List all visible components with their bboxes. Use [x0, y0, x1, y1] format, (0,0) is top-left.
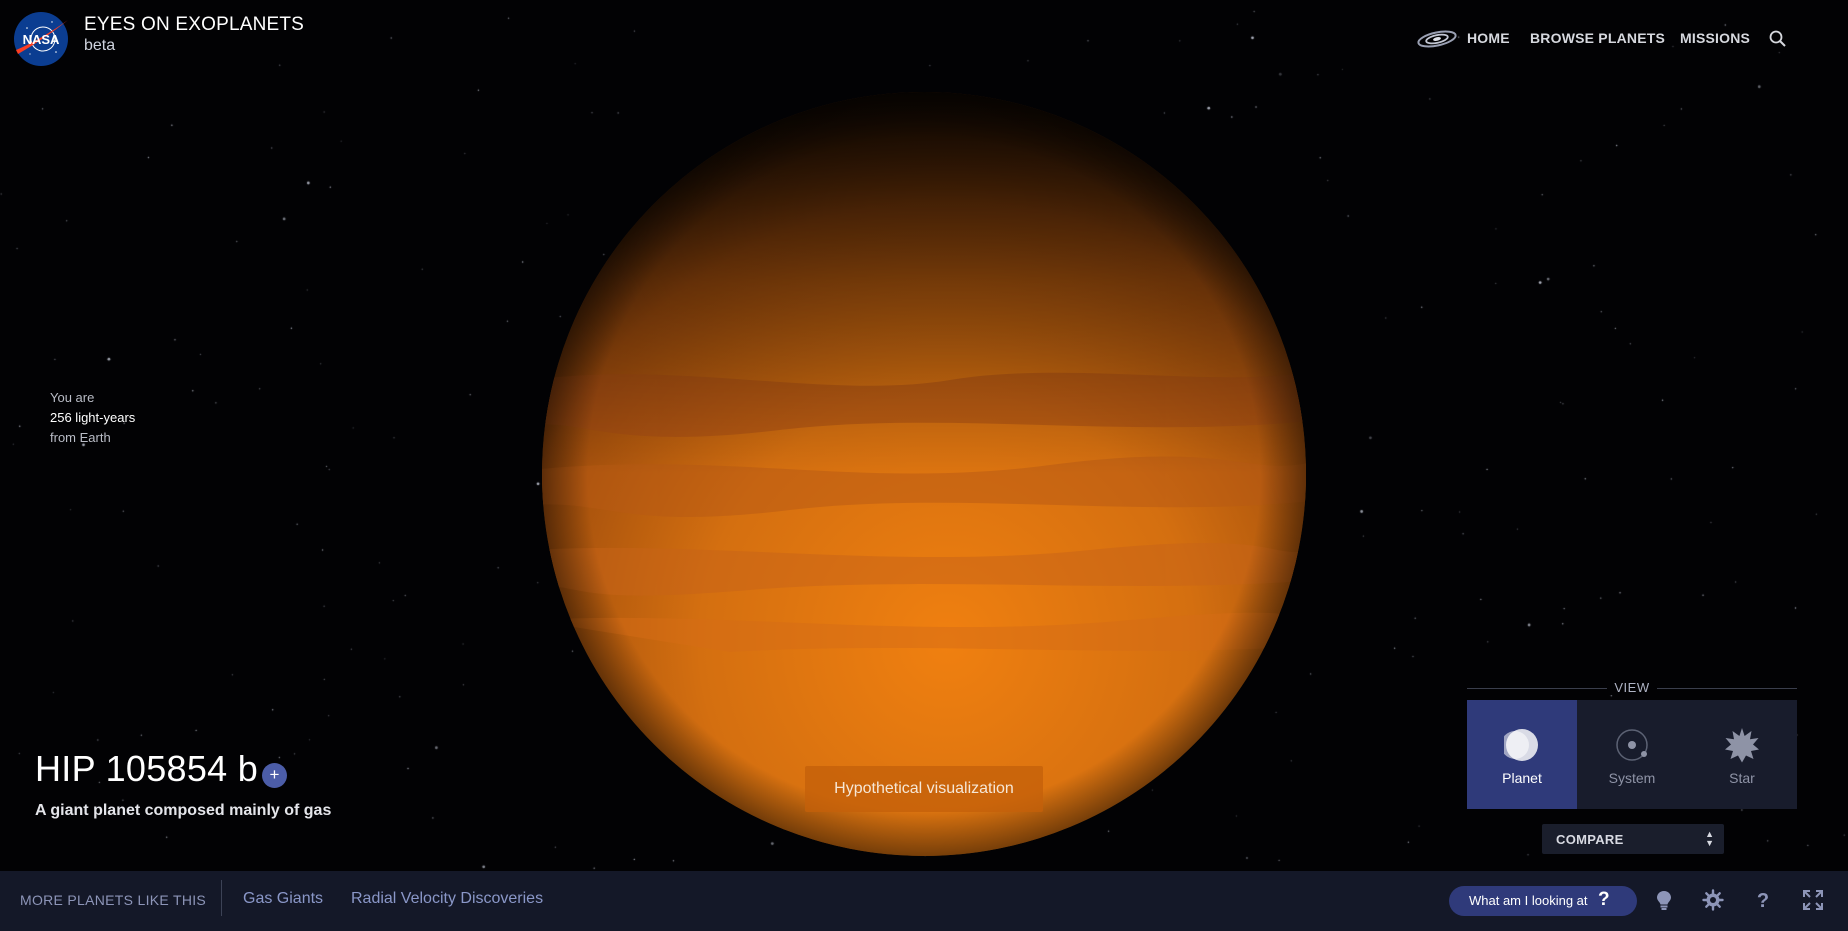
- compare-dropdown[interactable]: COMPARE ▲ ▼: [1542, 824, 1724, 854]
- nav-missions[interactable]: MISSIONS: [1680, 30, 1750, 46]
- distance-suffix: from Earth: [50, 430, 111, 445]
- hypothetical-visualization-badge: Hypothetical visualization: [805, 766, 1043, 812]
- fullscreen-icon[interactable]: [1802, 889, 1824, 911]
- category-link-radial-velocity[interactable]: Radial Velocity Discoveries: [351, 890, 543, 908]
- compare-label: COMPARE: [1556, 832, 1624, 847]
- system-icon: [1616, 729, 1648, 761]
- planet-name: HIP 105854 b: [35, 748, 259, 789]
- settings-icon[interactable]: [1702, 889, 1724, 911]
- app-stage: NASA EYES ON EXOPLANETS beta HOME BROWSE…: [0, 0, 1848, 931]
- view-planet-button[interactable]: Planet: [1467, 700, 1577, 809]
- distance-value: 256 light-years: [50, 410, 136, 425]
- dropdown-arrows-icon: ▲ ▼: [1705, 829, 1714, 848]
- category-link-gas-giants[interactable]: Gas Giants: [243, 890, 323, 908]
- star-icon: [1725, 728, 1759, 763]
- more-planets-label: MORE PLANETS LIKE THIS: [20, 892, 207, 908]
- view-label: VIEW: [1608, 680, 1656, 695]
- lightbulb-icon[interactable]: [1653, 889, 1675, 911]
- view-header: VIEW: [1467, 680, 1797, 696]
- nasa-logo[interactable]: NASA: [12, 10, 70, 68]
- nav-browse-planets[interactable]: BROWSE PLANETS: [1530, 30, 1665, 46]
- planet-icon: [1504, 729, 1538, 761]
- view-switcher: Planet System Star: [1467, 700, 1797, 809]
- view-system-button[interactable]: System: [1577, 700, 1687, 809]
- svg-text:?: ?: [1757, 890, 1769, 911]
- bottom-bar-divider: [221, 880, 222, 916]
- view-star-button[interactable]: Star: [1687, 700, 1797, 809]
- distance-readout: You are 256 light-years from Earth: [50, 388, 135, 448]
- distance-prefix: You are: [50, 390, 95, 405]
- view-system-label: System: [1608, 770, 1656, 786]
- view-planet-label: Planet: [1502, 770, 1542, 786]
- add-planet-button[interactable]: +: [262, 763, 287, 788]
- app-title[interactable]: EYES ON EXOPLANETS: [84, 14, 304, 36]
- what-am-i-looking-at-label: What am I looking at: [1469, 893, 1588, 908]
- app-subtitle: beta: [84, 37, 116, 54]
- question-mark-icon: ?: [1598, 889, 1610, 910]
- help-icon[interactable]: ?: [1752, 889, 1774, 911]
- planet-description: A giant planet composed mainly of gas: [35, 802, 332, 819]
- what-am-i-looking-at-button[interactable]: What am I looking at ?: [1449, 886, 1637, 916]
- view-star-label: Star: [1729, 770, 1755, 786]
- planet-render[interactable]: [530, 80, 1320, 860]
- nasa-logo-text: NASA: [23, 32, 60, 47]
- nav-home[interactable]: HOME: [1467, 30, 1510, 46]
- search-icon[interactable]: [1768, 29, 1788, 49]
- galaxy-icon[interactable]: [1415, 29, 1459, 49]
